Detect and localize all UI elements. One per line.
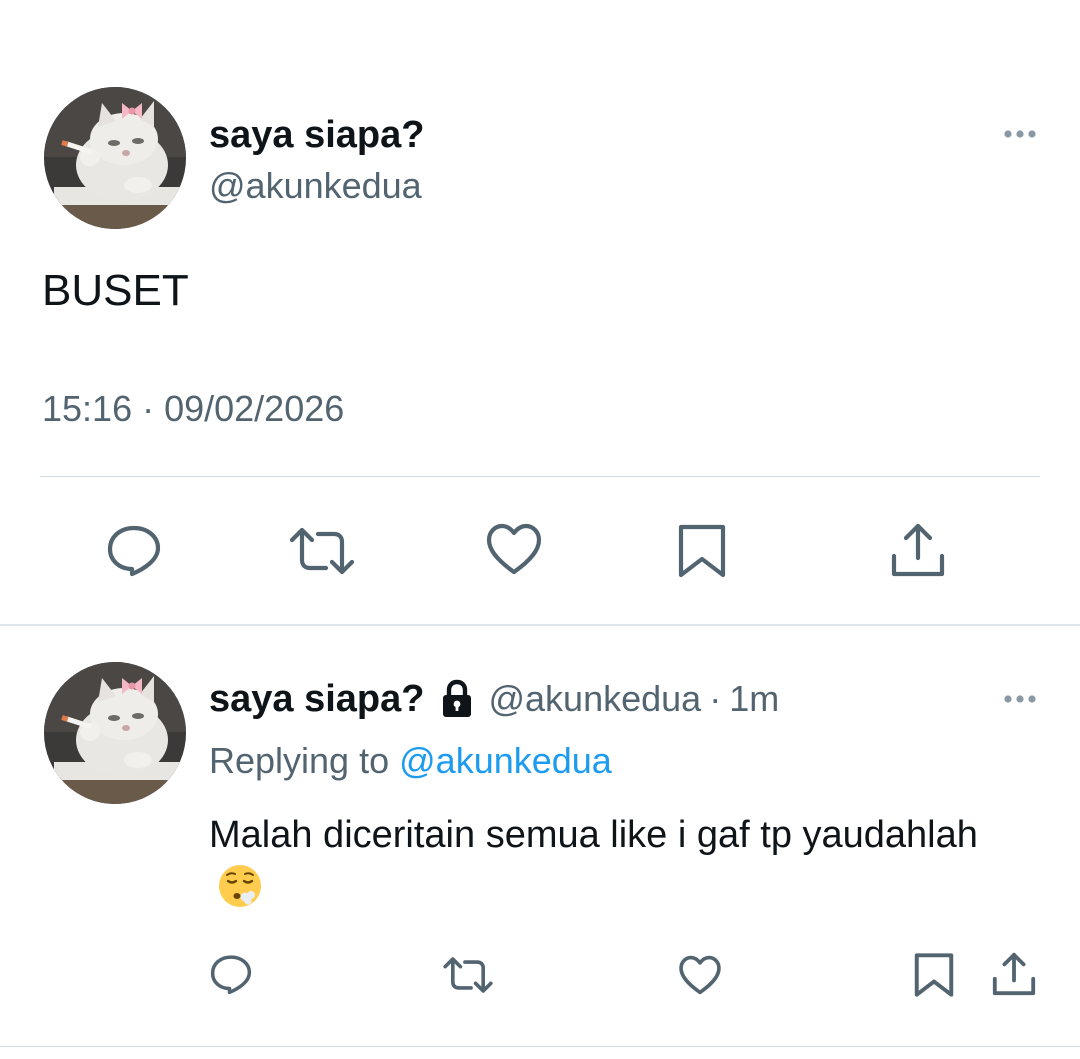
tweet-timestamp[interactable]: 15:16 · 09/02/2026 xyxy=(42,387,344,431)
tweet-time[interactable]: 1m xyxy=(729,678,779,720)
divider xyxy=(0,1046,1080,1047)
face-exhaling-emoji xyxy=(217,863,263,909)
reply-text-block: Malah diceritain semua like i gaf tp yau… xyxy=(209,808,1029,916)
retweet-icon[interactable] xyxy=(288,526,356,576)
bookmark-icon[interactable] xyxy=(913,952,955,998)
like-icon[interactable] xyxy=(485,522,543,576)
more-horizontal-icon[interactable] xyxy=(1000,124,1040,144)
reply-header: saya siapa? @akunkedua · 1m xyxy=(209,675,779,723)
reply-icon[interactable] xyxy=(208,952,254,996)
cat-avatar-icon xyxy=(44,662,186,804)
lock-icon xyxy=(440,679,474,719)
share-icon[interactable] xyxy=(990,950,1038,998)
display-name[interactable]: saya siapa? xyxy=(209,678,424,721)
display-name[interactable]: saya siapa? xyxy=(209,112,424,158)
section-divider xyxy=(0,624,1080,626)
divider xyxy=(40,476,1040,477)
replying-to-label: Replying to xyxy=(209,740,390,781)
tweet-text: BUSET xyxy=(42,266,189,315)
cat-avatar-icon xyxy=(44,87,186,229)
retweet-icon[interactable] xyxy=(442,956,494,994)
reply-icon[interactable] xyxy=(104,522,164,578)
separator-dot: · xyxy=(709,678,722,719)
more-horizontal-icon[interactable] xyxy=(1000,689,1040,709)
mention-link[interactable]: @akunkedua xyxy=(399,740,612,781)
replying-to: Replying to @akunkedua xyxy=(209,738,612,784)
bookmark-icon[interactable] xyxy=(677,523,727,579)
user-handle[interactable]: @akunkedua xyxy=(488,678,701,720)
avatar[interactable] xyxy=(44,87,186,229)
like-icon[interactable] xyxy=(678,954,722,996)
user-handle[interactable]: @akunkedua xyxy=(209,164,422,208)
tweet-text: Malah diceritain semua like i gaf tp yau… xyxy=(209,814,978,856)
avatar[interactable] xyxy=(44,662,186,804)
share-icon[interactable] xyxy=(888,520,948,580)
